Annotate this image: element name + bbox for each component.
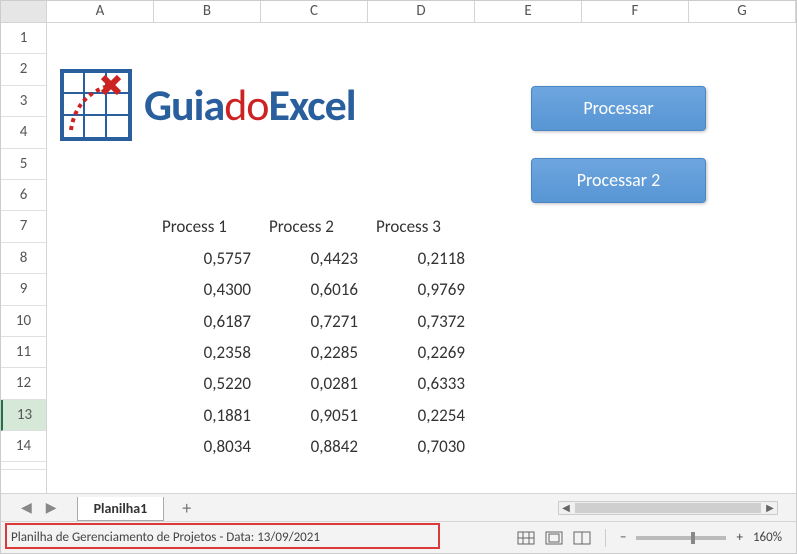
cell-B8[interactable]: 0,5757 bbox=[154, 243, 261, 274]
row-4[interactable]: 4 bbox=[1, 117, 46, 148]
row-11[interactable]: 11 bbox=[1, 337, 46, 368]
processar2-button[interactable]: Processar 2 bbox=[531, 158, 706, 203]
page-layout-view-icon[interactable] bbox=[545, 531, 563, 545]
cell-C11[interactable]: 0,2285 bbox=[261, 337, 368, 368]
cell-D10[interactable]: 0,7372 bbox=[368, 306, 475, 337]
pagebreak-view-icon[interactable] bbox=[573, 531, 591, 545]
scroll-thumb[interactable] bbox=[575, 503, 761, 513]
row-12[interactable]: 12 bbox=[1, 368, 46, 399]
col-F[interactable]: F bbox=[582, 1, 689, 22]
row-3[interactable]: 3 bbox=[1, 86, 46, 117]
normal-view-icon[interactable] bbox=[517, 531, 535, 545]
row-6[interactable]: 6 bbox=[1, 180, 46, 211]
col-G[interactable]: G bbox=[689, 1, 796, 22]
status-text: Planilha de Gerenciamento de Projetos - … bbox=[1, 526, 330, 549]
cell-D13[interactable]: 0,2254 bbox=[368, 400, 475, 431]
row-10[interactable]: 10 bbox=[1, 306, 46, 337]
processar-button[interactable]: Processar bbox=[531, 86, 706, 131]
add-sheet-button[interactable]: + bbox=[182, 497, 191, 519]
col-B[interactable]: B bbox=[154, 1, 261, 22]
status-bar: Planilha de Gerenciamento de Projetos - … bbox=[1, 521, 796, 553]
row-headers: 1 2 3 4 5 6 7 8 9 10 11 12 13 14 15 bbox=[1, 23, 47, 495]
cell-B13[interactable]: 0,1881 bbox=[154, 400, 261, 431]
cell-C10[interactable]: 0,7271 bbox=[261, 306, 368, 337]
zoom-out-button[interactable]: − bbox=[620, 530, 626, 545]
sheet-tab-planilha1[interactable]: Planilha1 bbox=[77, 497, 165, 521]
col-C[interactable]: C bbox=[261, 1, 368, 22]
row-14[interactable]: 14 bbox=[1, 431, 46, 462]
logo-icon bbox=[56, 65, 136, 145]
row-9[interactable]: 9 bbox=[1, 274, 46, 305]
tab-prev-icon[interactable]: ◀ bbox=[21, 499, 32, 516]
row-1[interactable]: 1 bbox=[1, 23, 46, 54]
cell-C7[interactable]: Process 2 bbox=[261, 211, 368, 242]
scroll-left-icon[interactable]: ◀ bbox=[559, 501, 573, 514]
sheet-tabs-bar: ◀ ▶ Planilha1 + ◀ ▶ bbox=[1, 493, 796, 521]
logo-guia: Guia bbox=[144, 78, 224, 132]
logo-do: do bbox=[224, 78, 268, 132]
row-7[interactable]: 7 bbox=[1, 211, 46, 242]
cell-D14[interactable]: 0,7030 bbox=[368, 431, 475, 462]
zoom-in-button[interactable]: + bbox=[736, 530, 742, 545]
row-15[interactable]: 15 bbox=[1, 462, 46, 470]
logo-text: GuiadoExcel bbox=[144, 78, 356, 132]
horizontal-scrollbar[interactable]: ◀ ▶ bbox=[558, 501, 778, 515]
cell-D11[interactable]: 0,2269 bbox=[368, 337, 475, 368]
scroll-right-icon[interactable]: ▶ bbox=[763, 501, 777, 514]
tab-next-icon[interactable]: ▶ bbox=[46, 499, 57, 516]
cell-C14[interactable]: 0,8842 bbox=[261, 431, 368, 462]
select-all-corner[interactable] bbox=[1, 1, 47, 22]
row-8[interactable]: 8 bbox=[1, 243, 46, 274]
col-E[interactable]: E bbox=[475, 1, 582, 22]
logo: GuiadoExcel bbox=[56, 65, 356, 145]
cell-C8[interactable]: 0,4423 bbox=[261, 243, 368, 274]
cell-D8[interactable]: 0,2118 bbox=[368, 243, 475, 274]
col-D[interactable]: D bbox=[368, 1, 475, 22]
cell-B12[interactable]: 0,5220 bbox=[154, 368, 261, 399]
zoom-slider[interactable] bbox=[636, 536, 726, 540]
cell-B9[interactable]: 0,4300 bbox=[154, 274, 261, 305]
logo-excel: Excel bbox=[269, 78, 356, 132]
column-headers: A B C D E F G bbox=[1, 1, 796, 23]
row-13[interactable]: 13 bbox=[1, 400, 46, 431]
cell-D9[interactable]: 0,9769 bbox=[368, 274, 475, 305]
cell-D12[interactable]: 0,6333 bbox=[368, 368, 475, 399]
row-5[interactable]: 5 bbox=[1, 149, 46, 180]
col-A[interactable]: A bbox=[47, 1, 154, 22]
cell-C12[interactable]: 0,0281 bbox=[261, 368, 368, 399]
cell-B14[interactable]: 0,8034 bbox=[154, 431, 261, 462]
row-2[interactable]: 2 bbox=[1, 54, 46, 85]
grid-body: 1 2 3 4 5 6 7 8 9 10 11 12 13 14 15 Proc… bbox=[1, 23, 796, 495]
cell-C13[interactable]: 0,9051 bbox=[261, 400, 368, 431]
cell-C9[interactable]: 0,6016 bbox=[261, 274, 368, 305]
cell-B10[interactable]: 0,6187 bbox=[154, 306, 261, 337]
cell-B11[interactable]: 0,2358 bbox=[154, 337, 261, 368]
cell-D7[interactable]: Process 3 bbox=[368, 211, 475, 242]
cell-B7[interactable]: Process 1 bbox=[154, 211, 261, 242]
zoom-value[interactable]: 160% bbox=[753, 530, 782, 545]
